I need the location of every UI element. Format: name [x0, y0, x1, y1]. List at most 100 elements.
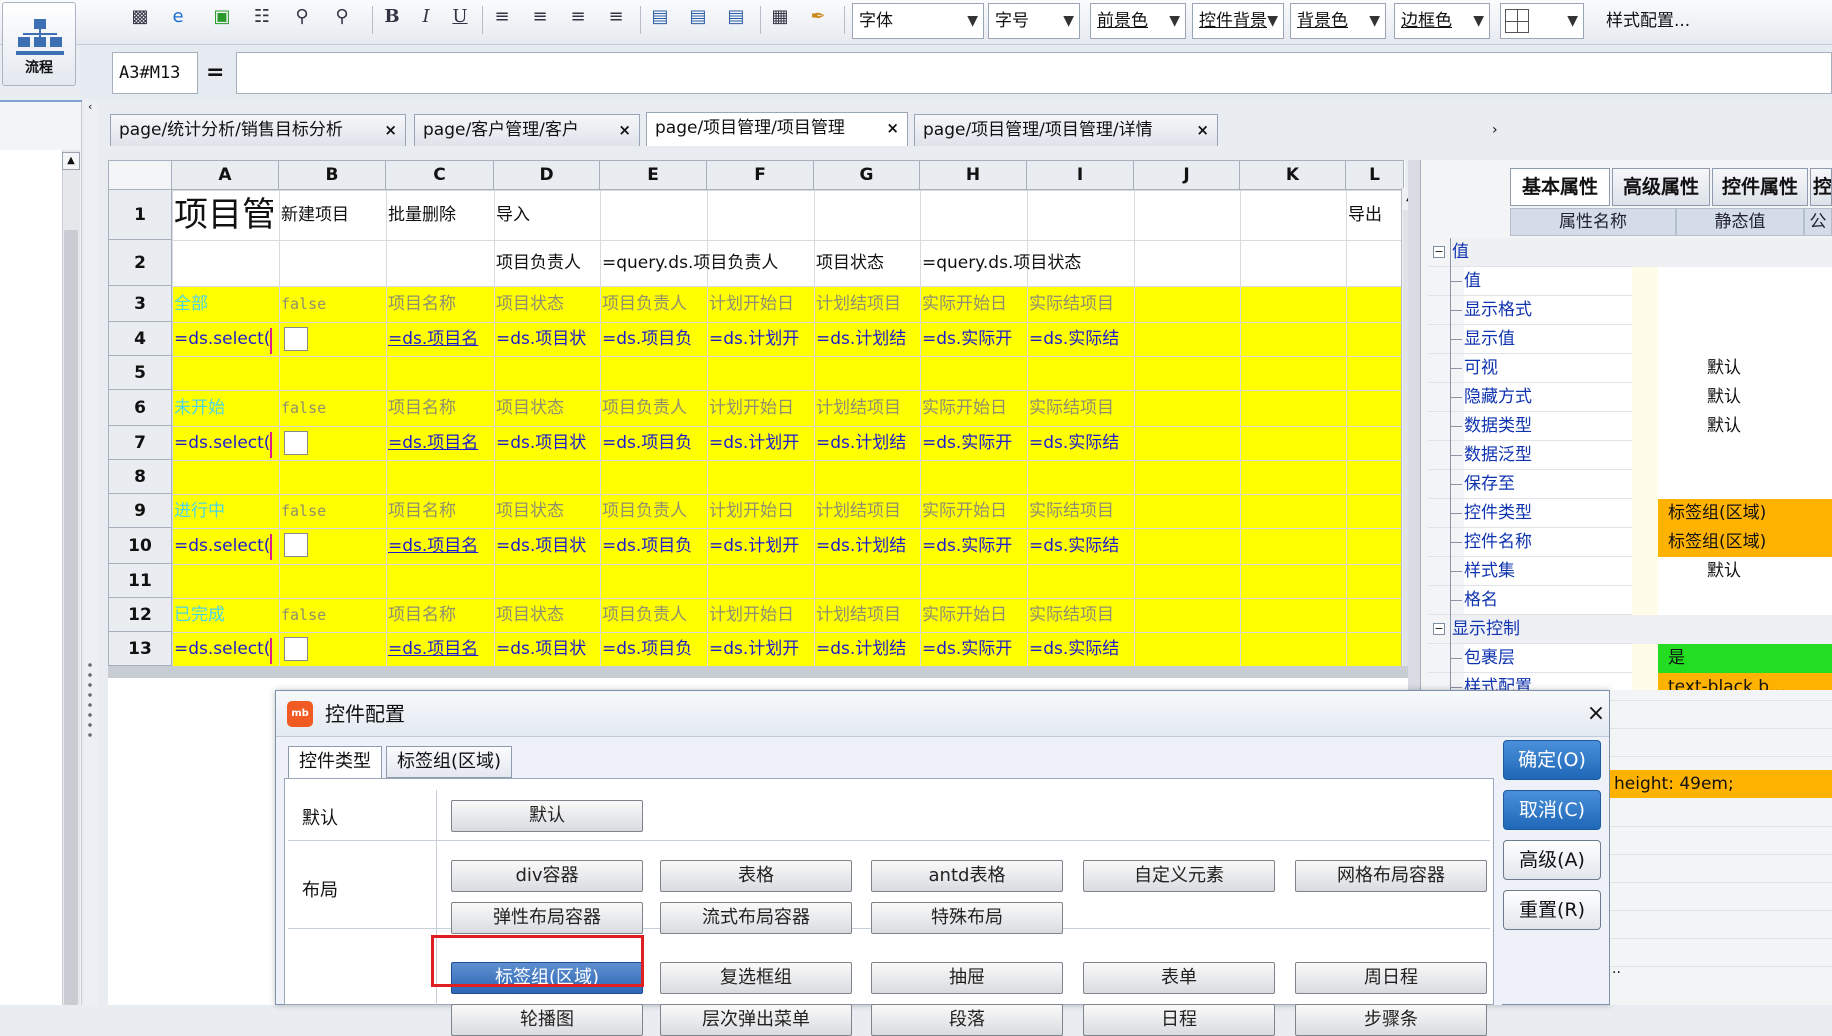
valign-middle-icon[interactable]: ▤ — [686, 4, 710, 28]
column-title-cell[interactable]: 实际结项目 — [1028, 494, 1133, 528]
field-formula-cell[interactable]: =ds.实际结 — [1028, 528, 1133, 564]
field-formula-cell[interactable]: =ds.计划开 — [708, 426, 813, 460]
column-title-cell[interactable]: 项目状态 — [495, 598, 599, 632]
property-formula[interactable] — [1790, 470, 1832, 499]
column-title-cell[interactable]: 实际结项目 — [1028, 286, 1133, 322]
option-layout[interactable]: 表格 — [660, 860, 852, 892]
property-formula[interactable] — [1790, 267, 1832, 296]
column-title-cell[interactable]: 实际开始日 — [921, 598, 1026, 632]
panel-splitter[interactable]: ‹ — [84, 100, 98, 1005]
property-row[interactable]: − 值 — [1428, 238, 1832, 267]
tab-project-management[interactable]: page/项目管理/项目管理 × — [646, 112, 908, 146]
formula-input[interactable] — [236, 52, 1832, 94]
save-icon[interactable]: ▩ — [128, 4, 152, 28]
justify-icon[interactable]: ≡ — [604, 4, 628, 28]
field-formula-cell[interactable]: =ds.实际开 — [921, 426, 1026, 460]
column-title-cell[interactable]: 计划开始日 — [708, 390, 813, 426]
binoculars-icon[interactable]: ⚲ — [330, 4, 354, 28]
column-title-cell[interactable]: 实际结项目 — [1028, 598, 1133, 632]
property-value[interactable]: 默认 — [1658, 557, 1790, 586]
select-formula-cell[interactable]: =ds.select( — [173, 528, 278, 564]
column-title-cell[interactable]: 项目名称 — [387, 494, 493, 528]
property-row[interactable]: 显示值 — [1428, 325, 1832, 354]
option-layout[interactable]: 流式布局容器 — [660, 902, 852, 934]
property-formula[interactable] — [1790, 238, 1832, 267]
field-formula-cell[interactable]: =ds.项目名 — [387, 426, 493, 460]
close-icon[interactable]: × — [618, 115, 631, 145]
ok-button[interactable]: 确定(O) — [1503, 740, 1601, 780]
property-row[interactable]: 包裹层是 — [1428, 644, 1832, 673]
flow-button[interactable]: 流程 — [2, 2, 76, 86]
field-formula-cell[interactable]: =ds.实际结 — [1028, 322, 1133, 356]
advanced-button[interactable]: 高级(A) — [1503, 840, 1601, 880]
property-row[interactable]: 保存至 — [1428, 470, 1832, 499]
property-value[interactable]: 标签组(区域) — [1658, 499, 1790, 528]
column-header-h[interactable]: H — [920, 160, 1027, 190]
tab-project-detail[interactable]: page/项目管理/项目管理/详情 × — [914, 114, 1218, 146]
tab-control-properties[interactable]: 控件属性 — [1712, 168, 1808, 206]
option-layout[interactable]: 网格布局容器 — [1295, 860, 1487, 892]
cell-reference-input[interactable]: A3#M13 — [112, 52, 198, 94]
property-row[interactable]: 值 — [1428, 267, 1832, 296]
column-header-e[interactable]: E — [600, 160, 707, 190]
row-header-10[interactable]: 10 — [108, 528, 172, 564]
field-formula-cell[interactable]: =ds.计划开 — [708, 632, 813, 666]
property-value[interactable] — [1658, 441, 1790, 470]
row-checkbox[interactable] — [284, 327, 308, 351]
valign-bottom-icon[interactable]: ▤ — [724, 4, 748, 28]
column-header-g[interactable]: G — [814, 160, 920, 190]
row-header-13[interactable]: 13 — [108, 632, 172, 666]
ie-icon[interactable]: e — [166, 4, 190, 28]
column-title-cell[interactable]: 实际开始日 — [921, 286, 1026, 322]
field-formula-cell[interactable]: =ds.项目状 — [495, 322, 599, 356]
preview-icon[interactable]: ▣ — [210, 4, 234, 28]
field-formula-cell[interactable]: =ds.计划开 — [708, 322, 813, 356]
tab-basic-properties[interactable]: 基本属性 — [1510, 168, 1610, 206]
column-header-k[interactable]: K — [1240, 160, 1346, 190]
background-color-select[interactable]: 背景色 ▼ — [1290, 3, 1386, 39]
column-title-cell[interactable]: 项目状态 — [495, 286, 599, 322]
print-preview-icon[interactable]: ☷ — [250, 4, 274, 28]
field-formula-cell[interactable]: =ds.计划结 — [815, 632, 919, 666]
column-title-cell[interactable]: 项目名称 — [387, 390, 493, 426]
property-row[interactable]: 格名 — [1428, 586, 1832, 615]
field-formula-cell[interactable]: =ds.项目状 — [495, 632, 599, 666]
close-icon[interactable]: × — [1196, 115, 1209, 145]
select-formula-cell[interactable]: =ds.select( — [173, 632, 278, 666]
property-row[interactable]: 显示格式 — [1428, 296, 1832, 325]
column-header-d[interactable]: D — [494, 160, 600, 190]
border-color-select[interactable]: 边框色 ▼ — [1394, 3, 1490, 39]
export-cell[interactable]: 导出 — [1347, 190, 1403, 240]
import-cell[interactable]: 导入 — [495, 190, 599, 240]
option-control[interactable]: 步骤条 — [1295, 1004, 1487, 1036]
column-title-cell[interactable]: 项目负责人 — [601, 598, 706, 632]
option-control[interactable]: 周日程 — [1295, 962, 1487, 994]
new-project-cell[interactable]: 新建项目 — [280, 190, 385, 240]
property-value[interactable]: 默认 — [1658, 383, 1790, 412]
field-formula-cell[interactable]: =ds.计划开 — [708, 528, 813, 564]
option-layout[interactable]: div容器 — [451, 860, 643, 892]
flag-cell[interactable]: false — [280, 286, 385, 322]
property-value[interactable] — [1658, 296, 1790, 325]
tab-control-type[interactable]: 控件类型 — [288, 746, 382, 779]
row-header-11[interactable]: 11 — [108, 564, 172, 598]
row-checkbox[interactable] — [284, 533, 308, 557]
property-value[interactable] — [1658, 470, 1790, 499]
row-header-4[interactable]: 4 — [108, 322, 172, 356]
property-row[interactable]: 控件名称 标签组(区域) — [1428, 528, 1832, 557]
project-status-label-cell[interactable]: 项目状态 — [815, 240, 919, 286]
tab-label-group[interactable]: 标签组(区域) — [386, 746, 512, 778]
batch-delete-cell[interactable]: 批量删除 — [387, 190, 493, 240]
column-title-cell[interactable]: 实际开始日 — [921, 494, 1026, 528]
field-formula-cell[interactable]: =ds.实际开 — [921, 322, 1026, 356]
property-formula[interactable] — [1790, 383, 1832, 412]
option-layout[interactable]: antd表格 — [871, 860, 1063, 892]
column-header-i[interactable]: I — [1027, 160, 1134, 190]
row-header-3[interactable]: 3 — [108, 286, 172, 322]
close-icon[interactable]: × — [886, 113, 899, 143]
column-title-cell[interactable]: 项目负责人 — [601, 494, 706, 528]
property-formula[interactable] — [1790, 644, 1832, 673]
option-control[interactable]: 层次弹出菜单 — [660, 1004, 852, 1036]
property-row[interactable]: 样式集 默认 — [1428, 557, 1832, 586]
column-header-f[interactable]: F — [707, 160, 814, 190]
